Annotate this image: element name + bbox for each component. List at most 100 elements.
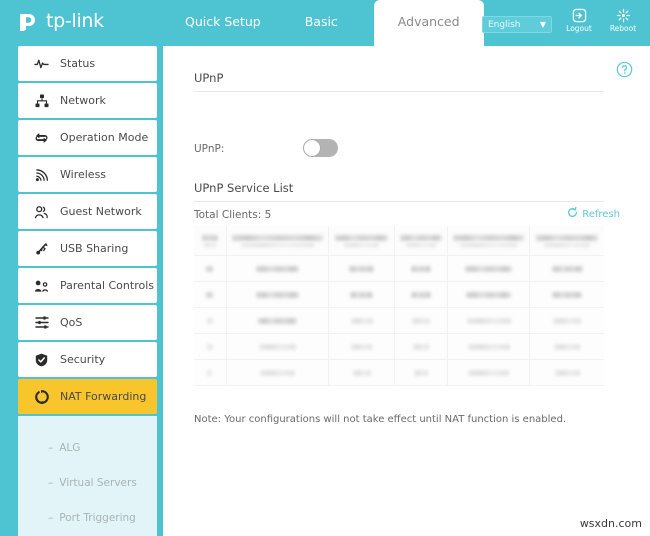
sidebar-item-nat-forwarding-label: NAT Forwarding — [60, 390, 147, 403]
total-clients-label: Total Clients: 5 — [194, 209, 272, 221]
sidebar-subitem-alg[interactable]: – ALG — [18, 430, 157, 465]
table-cell — [448, 282, 531, 307]
table-cell — [194, 256, 227, 281]
table-cell — [395, 360, 449, 385]
sidebar-item-guest-network[interactable]: Guest Network — [18, 194, 157, 229]
refresh-icon — [567, 206, 578, 221]
table-cell — [227, 360, 330, 385]
refresh-button[interactable]: Refresh — [567, 206, 620, 221]
upnp-toggle[interactable] — [303, 139, 338, 157]
watermark: wsxdn.com — [579, 517, 642, 530]
sidebar-item-status-label: Status — [60, 57, 96, 70]
table-row[interactable] — [194, 334, 604, 360]
qos-sliders-icon — [34, 316, 49, 329]
sidebar-submenu-nat-forwarding: – ALG – Virtual Servers – Port Triggerin… — [18, 416, 157, 536]
refresh-label: Refresh — [582, 208, 620, 220]
table-header-cell — [227, 226, 330, 255]
table-cell — [448, 360, 531, 385]
divider — [194, 201, 604, 202]
dash-marker: – — [48, 441, 54, 454]
reboot-icon — [616, 8, 631, 23]
shield-check-icon — [34, 353, 49, 367]
table-cell — [448, 334, 531, 359]
table-cell — [329, 256, 395, 281]
reboot-button[interactable]: Reboot — [606, 8, 640, 33]
table-cell — [530, 360, 604, 385]
sidebar-item-wireless[interactable]: Wireless — [18, 157, 157, 192]
upnp-service-table — [194, 226, 604, 386]
table-header-cell — [448, 226, 531, 255]
tab-advanced[interactable]: Advanced — [373, 0, 484, 46]
table-cell — [530, 308, 604, 333]
content-panel: UPnP UPnP: UPnP Service List Total Clien… — [163, 46, 650, 536]
logout-button[interactable]: Logout — [562, 8, 596, 33]
table-header-cell — [530, 226, 604, 255]
upnp-service-list-title: UPnP Service List — [194, 181, 294, 195]
table-cell — [448, 256, 531, 281]
table-cell — [530, 282, 604, 307]
sidebar-item-usb-sharing[interactable]: USB Sharing — [18, 231, 157, 266]
table-cell — [530, 256, 604, 281]
sidebar-item-qos-label: QoS — [60, 316, 83, 329]
table-row[interactable] — [194, 256, 604, 282]
table-cell — [448, 308, 531, 333]
table-cell — [329, 282, 395, 307]
sidebar-item-security[interactable]: Security — [18, 342, 157, 377]
people-icon — [34, 205, 49, 219]
loop-arrows-icon — [34, 131, 49, 145]
help-circle-icon[interactable] — [616, 61, 633, 81]
sidebar-item-guest-network-label: Guest Network — [60, 205, 142, 218]
table-cell — [395, 256, 449, 281]
top-bar: tp-link Quick Setup Basic Advanced Engli… — [0, 0, 650, 46]
table-row[interactable] — [194, 282, 604, 308]
upnp-toggle-label: UPnP: — [194, 143, 225, 155]
network-tree-icon — [34, 94, 49, 108]
chevron-down-icon: ▼ — [539, 19, 546, 29]
table-cell — [227, 334, 330, 359]
table-cell — [395, 308, 449, 333]
sidebar-item-network-label: Network — [60, 94, 106, 107]
nat-note: Note: Your configurations will not take … — [194, 414, 567, 425]
table-cell — [194, 334, 227, 359]
sidebar-subitem-port-triggering[interactable]: – Port Triggering — [18, 500, 157, 535]
dash-marker: – — [48, 511, 54, 524]
sidebar-item-operation-mode[interactable]: Operation Mode — [18, 120, 157, 155]
nat-forwarding-icon — [34, 389, 49, 404]
sidebar-subitem-port-triggering-label: Port Triggering — [59, 511, 136, 524]
sidebar-item-usb-sharing-label: USB Sharing — [60, 242, 129, 255]
table-header-row — [194, 226, 604, 256]
sidebar-item-parental-controls[interactable]: Parental Controls — [18, 268, 157, 303]
table-row[interactable] — [194, 308, 604, 334]
tab-basic[interactable]: Basic — [283, 0, 360, 46]
sidebar-subitem-virtual-servers[interactable]: – Virtual Servers — [18, 465, 157, 500]
brand-name: tp-link — [46, 9, 104, 32]
sidebar-item-nat-forwarding[interactable]: NAT Forwarding — [18, 379, 157, 414]
table-cell — [227, 308, 330, 333]
table-cell — [395, 334, 449, 359]
sidebar-item-network[interactable]: Network — [18, 83, 157, 118]
sidebar-item-status[interactable]: Status — [18, 46, 157, 81]
sidebar-item-qos[interactable]: QoS — [18, 305, 157, 340]
upnp-section-title: UPnP — [194, 71, 224, 85]
table-cell — [227, 256, 330, 281]
tab-quick-setup[interactable]: Quick Setup — [163, 0, 283, 46]
language-select[interactable]: English ▼ — [482, 16, 552, 33]
divider — [194, 91, 604, 92]
top-right-controls: English ▼ Logout Reboot — [482, 8, 640, 33]
sidebar-item-operation-mode-label: Operation Mode — [60, 131, 149, 144]
table-cell — [194, 308, 227, 333]
table-row[interactable] — [194, 360, 604, 386]
usb-icon — [34, 242, 49, 256]
sidebar-subitem-virtual-servers-label: Virtual Servers — [59, 476, 137, 489]
main-nav-tabs: Quick Setup Basic Advanced — [163, 0, 484, 46]
brand-logo[interactable]: tp-link — [16, 9, 104, 35]
sidebar-subitem-alg-label: ALG — [59, 441, 81, 454]
pulse-icon — [34, 57, 49, 70]
table-cell — [395, 282, 449, 307]
table-cell — [194, 360, 227, 385]
table-cell — [194, 282, 227, 307]
sidebar-item-parental-controls-label: Parental Controls — [60, 279, 154, 292]
parental-controls-icon — [34, 279, 49, 293]
table-header-cell — [395, 226, 449, 255]
sidebar-item-wireless-label: Wireless — [60, 168, 107, 181]
